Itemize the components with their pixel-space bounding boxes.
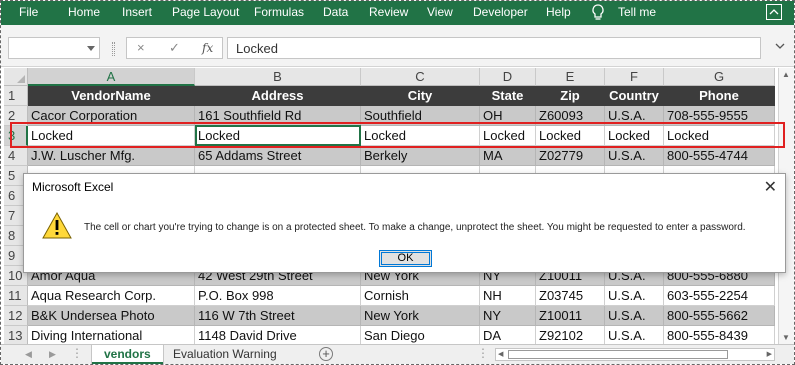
row-header-1[interactable]: 1: [4, 86, 28, 106]
column-title-cell[interactable]: City: [361, 86, 480, 106]
select-all-corner[interactable]: [4, 68, 28, 86]
insert-function-icon[interactable]: fx: [202, 41, 213, 55]
column-header-d[interactable]: D: [480, 68, 536, 86]
tab-page-layout[interactable]: Page Layout: [172, 5, 239, 19]
row-header-4[interactable]: 4: [4, 146, 28, 166]
column-header-g[interactable]: G: [664, 68, 775, 86]
lightbulb-icon[interactable]: [591, 4, 605, 24]
row-header-12[interactable]: 12: [4, 306, 28, 326]
table-cell[interactable]: 1148 David Drive: [195, 326, 361, 344]
table-cell[interactable]: 603-555-2254: [664, 286, 775, 306]
formula-bar: × ✓ fx Locked: [1, 25, 794, 67]
column-title-cell[interactable]: State: [480, 86, 536, 106]
dialog-message: The cell or chart you're trying to chang…: [84, 222, 746, 233]
table-cell[interactable]: U.S.A.: [605, 286, 664, 306]
table-cell[interactable]: DA: [480, 326, 536, 344]
ok-button[interactable]: OK: [379, 250, 432, 267]
expand-formula-bar-icon[interactable]: [775, 43, 785, 49]
cancel-icon[interactable]: ×: [137, 40, 145, 55]
table-cell[interactable]: Z92102: [536, 326, 605, 344]
scroll-up-icon[interactable]: ▲: [782, 70, 790, 79]
table-cell[interactable]: Berkely: [361, 146, 480, 166]
prev-sheet-icon[interactable]: ◀: [25, 349, 32, 360]
column-header-f[interactable]: F: [605, 68, 664, 86]
table-cell[interactable]: NH: [480, 286, 536, 306]
table-cell[interactable]: U.S.A.: [605, 306, 664, 326]
table-cell[interactable]: U.S.A.: [605, 146, 664, 166]
table-cell[interactable]: 116 W 7th Street: [195, 306, 361, 326]
table-cell[interactable]: NY: [480, 306, 536, 326]
sheet-tab-bar: ◀ ▶ ⋮ vendors Evaluation Warning + ⋮ ◀ ▶: [1, 344, 794, 364]
column-title-cell[interactable]: Address: [195, 86, 361, 106]
ribbon-tab-bar: File Home Insert Page Layout Formulas Da…: [1, 1, 794, 25]
table-cell[interactable]: 800-555-4744: [664, 146, 775, 166]
tell-me-search[interactable]: Tell me: [618, 5, 656, 19]
add-sheet-icon[interactable]: +: [319, 347, 333, 361]
table-cell[interactable]: J.W. Luscher Mfg.: [28, 146, 195, 166]
tab-file[interactable]: File: [19, 5, 38, 19]
table-cell[interactable]: Z02779: [536, 146, 605, 166]
table-cell[interactable]: San Diego: [361, 326, 480, 344]
drag-handle-icon[interactable]: [112, 42, 115, 56]
tab-review[interactable]: Review: [369, 5, 408, 19]
sheet-tab-evaluation-warning[interactable]: Evaluation Warning: [161, 345, 289, 364]
warning-icon: [42, 211, 72, 242]
scroll-left-icon[interactable]: ◀: [498, 350, 503, 358]
sheet-tab-vendors[interactable]: vendors: [92, 345, 163, 364]
row-header-13[interactable]: 13: [4, 326, 28, 344]
table-cell[interactable]: 800-555-5662: [664, 306, 775, 326]
formula-input[interactable]: Locked: [227, 37, 761, 59]
column-header-b[interactable]: B: [195, 68, 361, 86]
scrollbar-thumb[interactable]: [508, 350, 728, 359]
table-cell[interactable]: Z10011: [536, 306, 605, 326]
tab-help[interactable]: Help: [546, 5, 571, 19]
row-header-11[interactable]: 11: [4, 286, 28, 306]
excel-window: File Home Insert Page Layout Formulas Da…: [0, 0, 795, 365]
table-cell[interactable]: 65 Addams Street: [195, 146, 361, 166]
table-cell[interactable]: B&K Undersea Photo: [28, 306, 195, 326]
more-sheets-icon[interactable]: ⋮: [71, 346, 83, 360]
column-title-cell[interactable]: Zip: [536, 86, 605, 106]
collapse-ribbon-button[interactable]: [766, 4, 782, 20]
table-cell[interactable]: MA: [480, 146, 536, 166]
column-header-e[interactable]: E: [536, 68, 605, 86]
scroll-down-icon[interactable]: ▼: [782, 333, 790, 342]
enter-icon[interactable]: ✓: [169, 40, 180, 56]
column-title-cell[interactable]: VendorName: [28, 86, 195, 106]
column-title-cell[interactable]: Country: [605, 86, 664, 106]
tab-home[interactable]: Home: [68, 5, 100, 19]
tab-view[interactable]: View: [427, 5, 453, 19]
table-cell[interactable]: U.S.A.: [605, 326, 664, 344]
column-header-a[interactable]: A: [28, 68, 195, 86]
name-box[interactable]: [8, 37, 100, 59]
table-cell[interactable]: P.O. Box 998: [195, 286, 361, 306]
table-cell[interactable]: New York: [361, 306, 480, 326]
column-title-cell[interactable]: Phone: [664, 86, 775, 106]
tab-insert[interactable]: Insert: [122, 5, 152, 19]
tab-data[interactable]: Data: [323, 5, 348, 19]
table-cell[interactable]: Z03745: [536, 286, 605, 306]
dialog-close-icon[interactable]: ✕: [764, 177, 777, 197]
locked-row-highlight: [10, 122, 785, 148]
table-cell[interactable]: Diving International: [28, 326, 195, 344]
chevron-up-icon: [769, 9, 779, 15]
next-sheet-icon[interactable]: ▶: [49, 349, 56, 360]
tab-developer[interactable]: Developer: [473, 5, 528, 19]
tab-formulas[interactable]: Formulas: [254, 5, 304, 19]
tab-split-handle-icon[interactable]: ⋮: [477, 346, 489, 360]
table-cell[interactable]: 800-555-8439: [664, 326, 775, 344]
protected-sheet-dialog: Microsoft Excel ✕ The cell or chart you'…: [23, 173, 786, 273]
table-cell[interactable]: Aqua Research Corp.: [28, 286, 195, 306]
column-header-c[interactable]: C: [361, 68, 480, 86]
dialog-title: Microsoft Excel: [32, 180, 114, 194]
formula-buttons: × ✓ fx: [126, 37, 223, 59]
scroll-right-icon[interactable]: ▶: [767, 350, 772, 358]
table-cell[interactable]: Cornish: [361, 286, 480, 306]
chevron-down-icon: [87, 46, 95, 51]
horizontal-scrollbar[interactable]: ◀ ▶: [495, 348, 775, 361]
